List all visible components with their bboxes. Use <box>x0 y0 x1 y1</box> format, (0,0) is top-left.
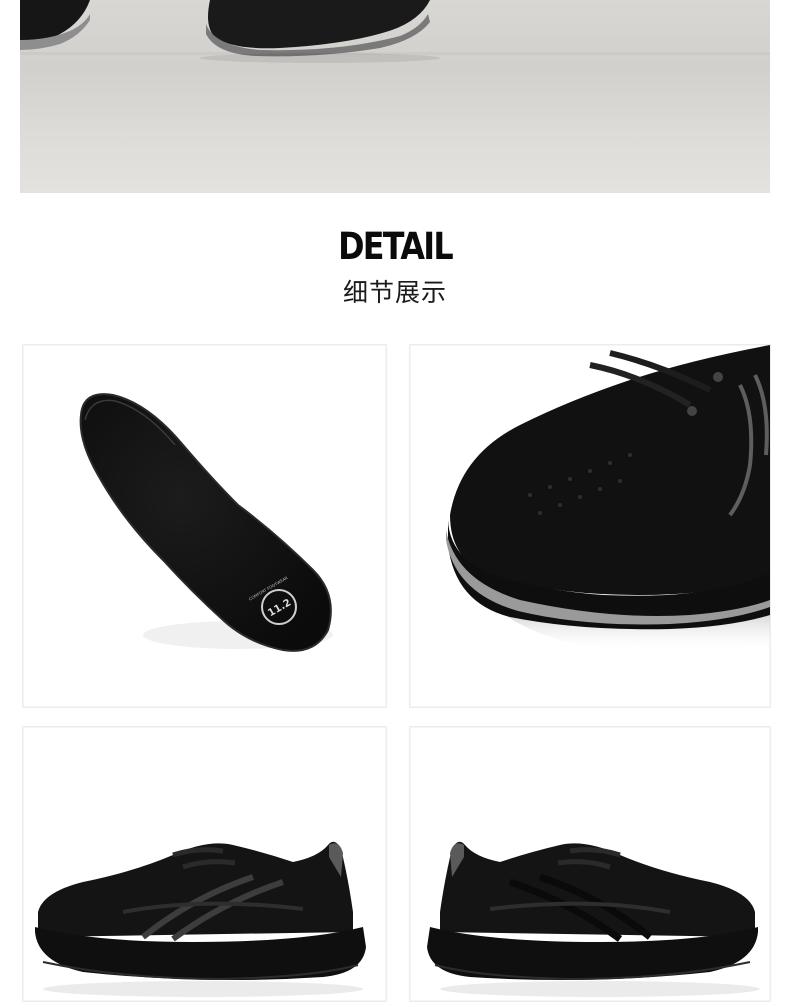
toe-closeup-photo <box>409 344 771 708</box>
shoe-side-left-photo <box>22 726 387 1002</box>
section-subtitle: 细节展示 <box>342 278 447 307</box>
insole-image: 11.2 COMFORT FOOTWEAR <box>79 393 333 652</box>
insole-photo: 11.2 COMFORT FOOTWEAR <box>22 344 387 708</box>
shoe-side-right-image <box>427 841 760 997</box>
shoe-side-left-image <box>35 841 366 997</box>
hero-floor-image <box>20 0 770 63</box>
shoe-side-right-photo <box>409 726 771 1002</box>
section-title: DETAIL <box>338 225 454 268</box>
toe-closeup-image <box>446 345 770 654</box>
hero-photo <box>20 0 770 193</box>
